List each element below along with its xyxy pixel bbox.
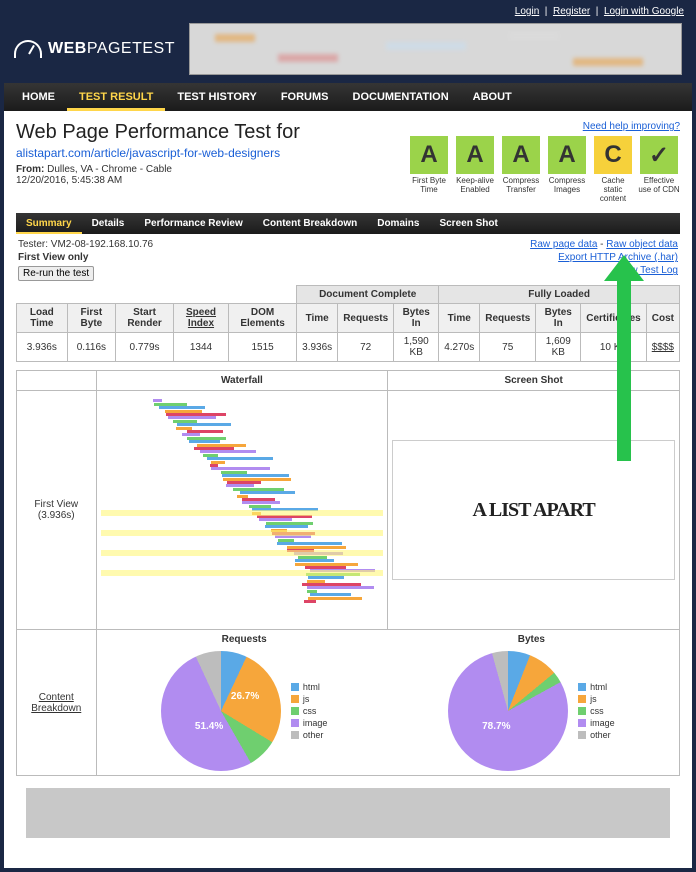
subnav-screenshot[interactable]: Screen Shot bbox=[429, 213, 507, 234]
nav-test-result[interactable]: TEST RESULT bbox=[67, 83, 165, 111]
gauge-icon bbox=[14, 40, 42, 58]
raw-page-link[interactable]: Raw page data bbox=[530, 239, 597, 250]
grade-box[interactable]: A bbox=[410, 136, 448, 174]
main-nav: HOME TEST RESULT TEST HISTORY FORUMS DOC… bbox=[4, 83, 692, 111]
views-table: Waterfall Screen Shot First View(3.936s)… bbox=[16, 370, 680, 776]
tested-url[interactable]: alistapart.com/article/javascript-for-we… bbox=[16, 146, 280, 160]
footer-bar bbox=[26, 788, 670, 838]
grade-box[interactable]: C bbox=[594, 136, 632, 174]
subnav-summary[interactable]: Summary bbox=[16, 213, 82, 234]
subnav-content-breakdown[interactable]: Content Breakdown bbox=[253, 213, 367, 234]
grade-label: Compress Images bbox=[546, 177, 588, 195]
grade-label: Cache static content bbox=[592, 177, 634, 203]
test-meta: From: Dulles, VA - Chrome - Cable 12/20/… bbox=[16, 164, 408, 186]
raw-object-link[interactable]: Raw object data bbox=[606, 239, 678, 250]
first-view-label: First View(3.936s) bbox=[17, 391, 97, 630]
nav-about[interactable]: ABOUT bbox=[461, 83, 524, 111]
logo[interactable]: WEBPAGETEST bbox=[14, 40, 175, 58]
grade-box[interactable]: A bbox=[548, 136, 586, 174]
waterfall-chart[interactable] bbox=[101, 395, 384, 625]
grade-label: Compress Transfer bbox=[500, 177, 542, 195]
grade-label: First Byte Time bbox=[408, 177, 450, 195]
grade-label: Keep-alive Enabled bbox=[454, 177, 496, 195]
login-google-link[interactable]: Login with Google bbox=[604, 6, 684, 17]
ad-banner bbox=[189, 23, 682, 75]
auth-links: Login | Register | Login with Google bbox=[4, 4, 692, 17]
screenshot-thumb[interactable]: A LIST APART bbox=[392, 440, 675, 580]
view-log-link[interactable]: View Test Log bbox=[616, 265, 678, 276]
help-link[interactable]: Need help improving? bbox=[583, 121, 680, 132]
metrics-table: Document Complete Fully Loaded Load Time… bbox=[16, 285, 680, 362]
nav-forums[interactable]: FORUMS bbox=[269, 83, 341, 111]
nav-documentation[interactable]: DOCUMENTATION bbox=[341, 83, 461, 111]
grade-box[interactable]: ✓ bbox=[640, 136, 678, 174]
pie-chart[interactable]: 78.7% bbox=[448, 651, 568, 771]
grade-label: Effective use of CDN bbox=[638, 177, 680, 195]
register-link[interactable]: Register bbox=[553, 6, 590, 17]
sub-nav: Summary Details Performance Review Conte… bbox=[16, 213, 680, 234]
page-title: Web Page Performance Test for bbox=[16, 121, 408, 144]
subnav-perf-review[interactable]: Performance Review bbox=[134, 213, 252, 234]
login-link[interactable]: Login bbox=[515, 6, 539, 17]
export-har-link[interactable]: Export HTTP Archive (.har) bbox=[558, 252, 678, 263]
nav-home[interactable]: HOME bbox=[10, 83, 67, 111]
content-breakdown-label[interactable]: Content Breakdown bbox=[17, 630, 97, 776]
pie-chart[interactable]: 51.4%26.7% bbox=[161, 651, 281, 771]
subnav-domains[interactable]: Domains bbox=[367, 213, 429, 234]
subnav-details[interactable]: Details bbox=[82, 213, 135, 234]
tester-info: Tester: VM2-08-192.168.10.76 First View … bbox=[18, 238, 153, 281]
grade-box[interactable]: A bbox=[502, 136, 540, 174]
rerun-button[interactable]: Re-run the test bbox=[18, 266, 94, 281]
nav-test-history[interactable]: TEST HISTORY bbox=[165, 83, 268, 111]
grade-box[interactable]: A bbox=[456, 136, 494, 174]
